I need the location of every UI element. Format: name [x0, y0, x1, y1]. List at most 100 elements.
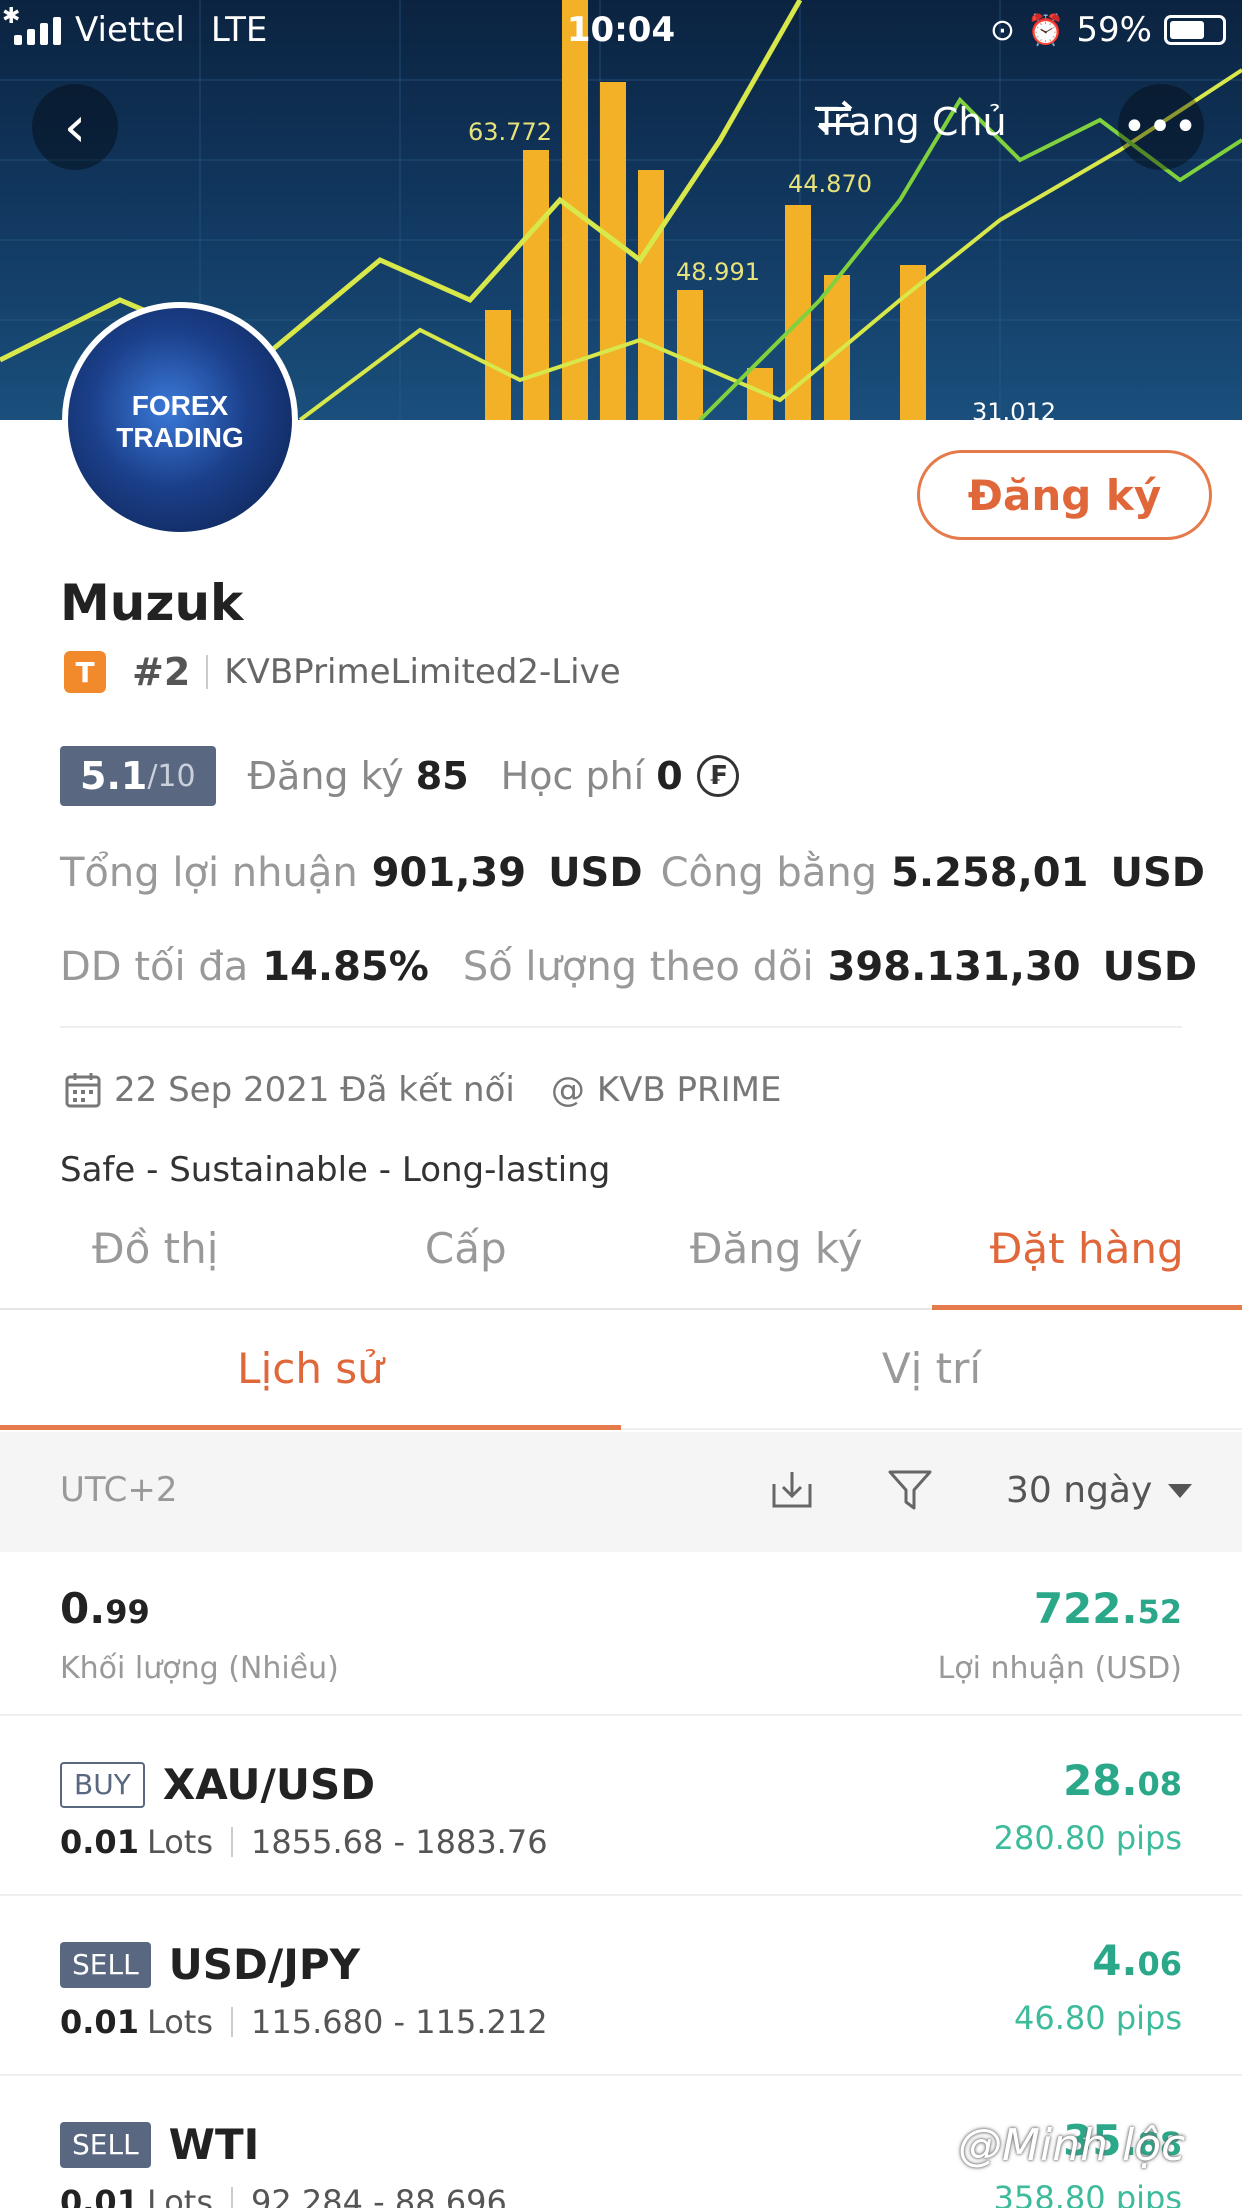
score-badge: 5.1/10 [60, 746, 216, 806]
tab-chart[interactable]: Đồ thị [0, 1208, 311, 1308]
lots-value: 0.01 [60, 1823, 139, 1861]
filter-icon[interactable] [882, 1462, 938, 1518]
subtab-positions[interactable]: Vị trí [621, 1310, 1242, 1428]
timezone-label: UTC+2 [60, 1470, 178, 1510]
total-profit-value: 901,39 [371, 850, 527, 896]
volume-value: 0.99 [60, 1584, 150, 1633]
lots-value: 0.01 [60, 2183, 139, 2208]
price-range: 92.284 - 88.696 [251, 2183, 507, 2208]
more-dots-icon: ••• [1122, 104, 1200, 150]
level-badge: T [64, 651, 106, 693]
status-bar: ✱ Viettel LTE 10:04 ⊙ ⏰ 59% [0, 0, 1242, 62]
history-summary: 0.99 Khối lượng (Nhiều) 722.52 Lợi nhuận… [0, 1552, 1242, 1716]
score-value: 5.1 [80, 754, 148, 798]
subscribers-label: Đăng ký [247, 754, 404, 798]
equity-label: Công bằng [660, 850, 878, 896]
swap-icon [817, 100, 853, 134]
drawdown-label: DD tối đa [60, 944, 249, 990]
lots-label: Lots [146, 1823, 214, 1861]
lots-label: Lots [146, 2183, 214, 2208]
subtab-history[interactable]: Lịch sử [0, 1310, 621, 1430]
tab-level[interactable]: Cấp [311, 1208, 622, 1308]
calendar-icon [65, 1073, 101, 1108]
fee-value: 0 [656, 754, 683, 798]
connected-date: 22 Sep 2021 Đã kết nối [114, 1070, 515, 1110]
follow-value: 398.131,30 [827, 944, 1081, 990]
side-badge: SELL [60, 1941, 151, 1988]
order-subtabs: Lịch sử Vị trí [0, 1310, 1242, 1430]
home-button[interactable]: Trang Chủ [815, 100, 1007, 144]
profit-label: Lợi nhuận (USD) [937, 1651, 1182, 1686]
main-tabs: Đồ thị Cấp Đăng ký Đặt hàng [0, 1208, 1242, 1310]
alarm-icon: ⏰ [1027, 12, 1065, 48]
caret-down-icon [1168, 1483, 1193, 1498]
total-profit-currency: USD [548, 850, 643, 896]
equity-currency: USD [1110, 850, 1205, 896]
back-button[interactable]: ‹ [32, 84, 118, 170]
chart-label: 48.991 [676, 258, 760, 286]
symbol: USD/JPY [168, 1940, 361, 1989]
chevron-left-icon: ‹ [63, 94, 87, 160]
chart-label: 44.870 [788, 170, 872, 198]
period-value: 30 ngày [1006, 1470, 1153, 1511]
trade-row[interactable]: SELL USD/JPY 0.01 Lots 115.680 - 115.212… [0, 1896, 1242, 2076]
chart-label: 31.012 [972, 398, 1056, 420]
rank: #2 [132, 650, 191, 694]
divider [206, 655, 209, 689]
trader-name: Muzuk [60, 574, 244, 632]
trade-pips: 358.80 pips [993, 2179, 1182, 2208]
follow-currency: USD [1102, 944, 1198, 990]
tab-orders[interactable]: Đặt hàng [931, 1208, 1242, 1310]
chart-label: 63.772 [468, 118, 552, 146]
volume-label: Khối lượng (Nhiều) [60, 1651, 339, 1686]
subscribers-count: 85 [415, 754, 469, 798]
divider [231, 1827, 234, 1857]
symbol: XAU/USD [162, 1760, 376, 1809]
lots-value: 0.01 [60, 2003, 139, 2041]
score-max: /10 [147, 758, 196, 794]
divider [60, 1026, 1182, 1028]
trade-row[interactable]: BUY XAU/USD 0.01 Lots 1855.68 - 1883.76 … [0, 1716, 1242, 1896]
follow-label: Số lượng theo dõi [462, 944, 814, 990]
equity-value: 5.258,01 [891, 850, 1089, 896]
profit-line: Tổng lợi nhuận 901,39 USD Công bằng 5.25… [60, 850, 1223, 896]
battery-percent: 59% [1076, 10, 1152, 50]
coin-icon: ₣ [696, 755, 739, 797]
trade-pips: 46.80 pips [1014, 1999, 1182, 2037]
lots-label: Lots [146, 2003, 214, 2041]
side-badge: BUY [60, 1761, 145, 1808]
tab-subscribe[interactable]: Đăng ký [621, 1208, 932, 1308]
symbol: WTI [168, 2120, 260, 2169]
total-profit-label: Tổng lợi nhuận [60, 850, 358, 896]
price-range: 1855.68 - 1883.76 [251, 1823, 548, 1861]
trade-profit: 4.06 [1092, 1936, 1182, 1985]
rating-line: 5.1/10 Đăng ký 85 Học phí 0 ₣ [60, 746, 739, 806]
avatar: FOREX TRADING [62, 302, 298, 538]
filter-bar: UTC+2 30 ngày [0, 1432, 1242, 1552]
broker-name: KVB PRIME [596, 1070, 782, 1110]
trade-profit: 28.08 [1063, 1756, 1182, 1805]
price-range: 115.680 - 115.212 [251, 2003, 548, 2041]
watermark: @Minh lộc [958, 2120, 1186, 2171]
download-icon[interactable] [764, 1462, 820, 1518]
drawdown-line: DD tối đa 14.85% Số lượng theo dõi 398.1… [60, 944, 1215, 990]
fee-label: Học phí [500, 754, 645, 798]
subscribe-button[interactable]: Đăng ký [917, 450, 1212, 540]
account-name: KVBPrimeLimited2-Live [224, 652, 621, 692]
divider [231, 2187, 234, 2208]
period-dropdown[interactable]: 30 ngày [1006, 1470, 1193, 1511]
battery-icon [1164, 15, 1226, 45]
side-badge: SELL [60, 2121, 151, 2168]
divider [231, 2007, 234, 2037]
rank-line: T #2 KVBPrimeLimited2-Live [64, 650, 621, 694]
avatar-text-line1: FOREX [131, 390, 229, 421]
avatar-text-line2: TRADING [116, 422, 244, 453]
at-icon: @ [550, 1070, 585, 1110]
profit-value: 722.52 [1033, 1584, 1182, 1633]
strategy-description: Safe - Sustainable - Long-lasting [60, 1150, 611, 1190]
drawdown-value: 14.85% [262, 944, 429, 990]
more-button[interactable]: ••• [1118, 84, 1204, 170]
trade-pips: 280.80 pips [993, 1819, 1182, 1857]
rotation-lock-icon: ⊙ [989, 12, 1016, 48]
meta-line: 22 Sep 2021 Đã kết nối @ KVB PRIME [64, 1070, 782, 1110]
